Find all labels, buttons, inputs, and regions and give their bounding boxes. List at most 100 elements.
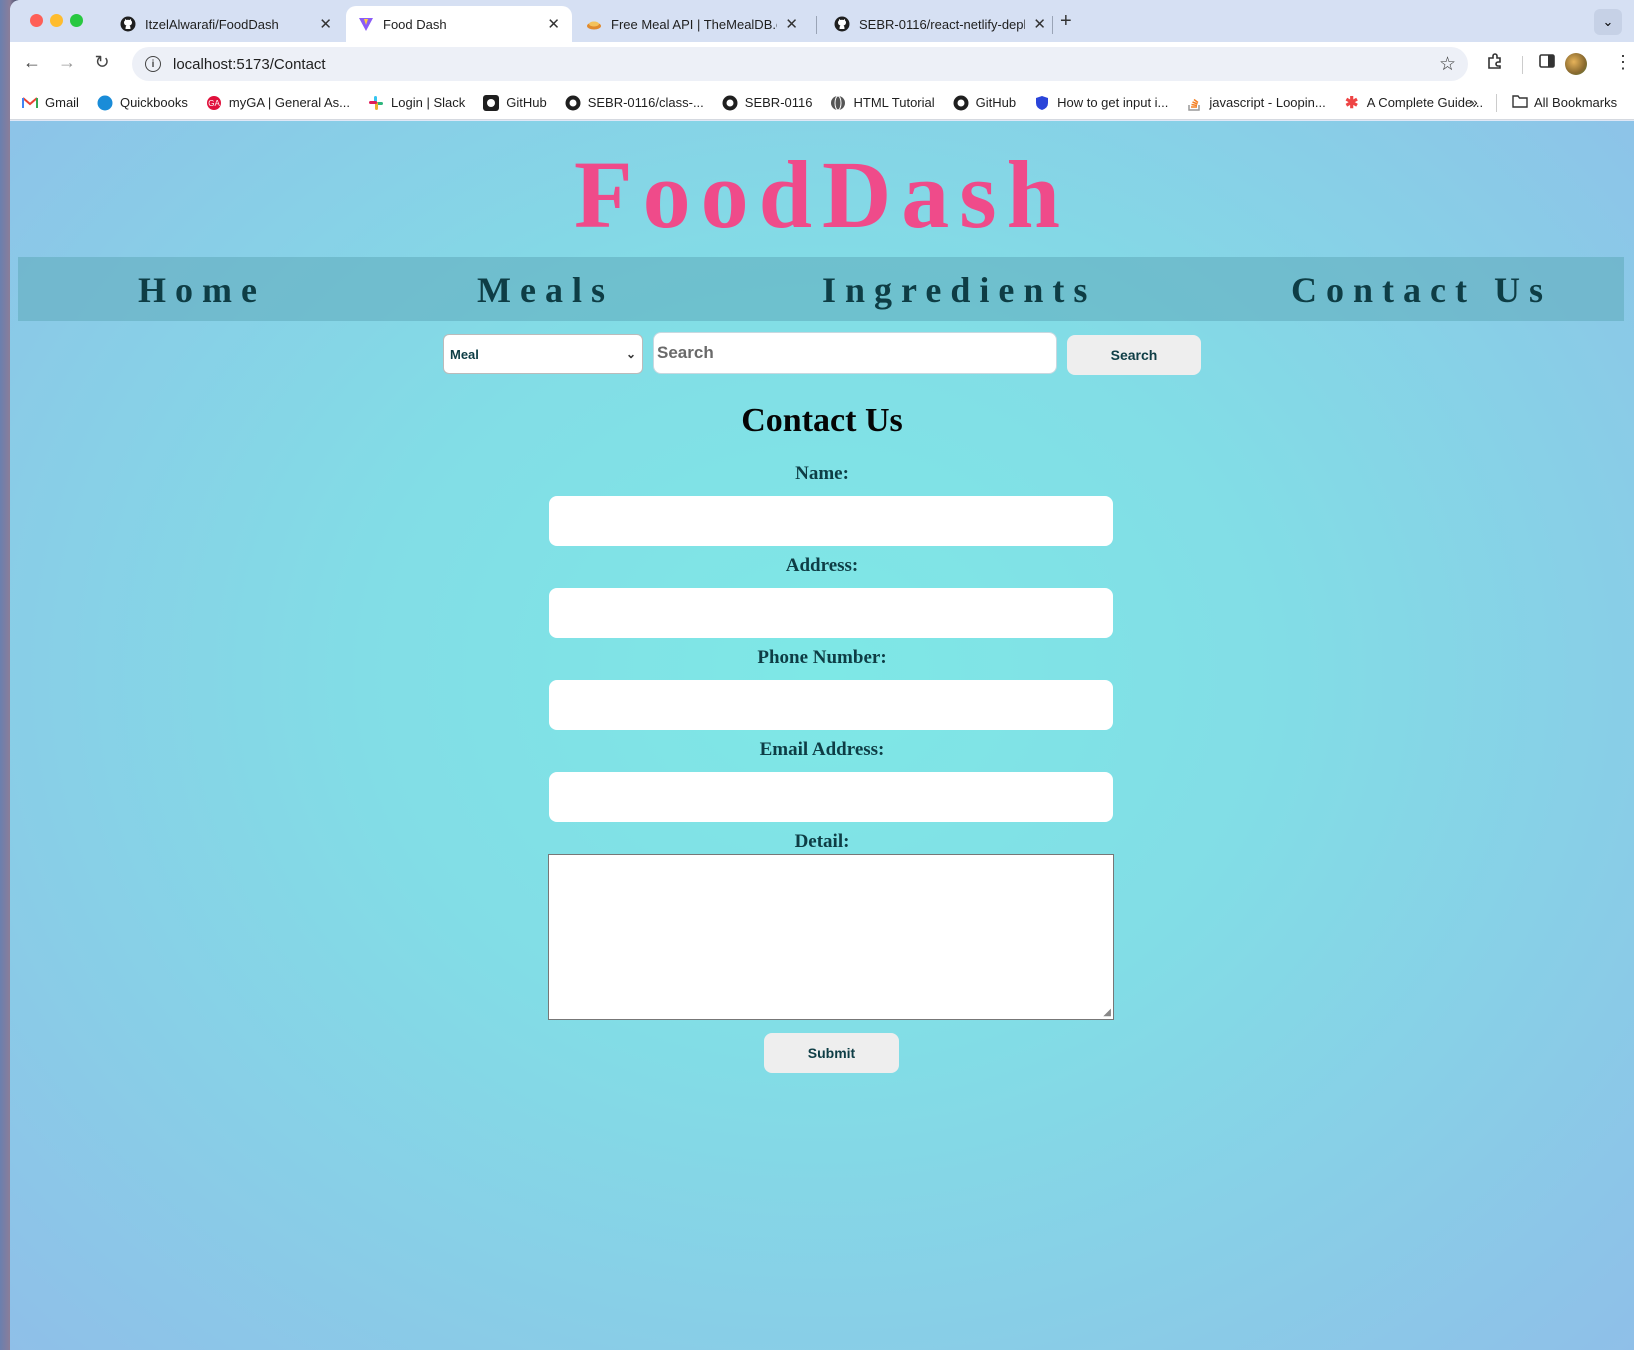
bookmark-slack[interactable]: Login | Slack <box>368 95 465 111</box>
phone-field[interactable] <box>549 680 1113 730</box>
bookmark-gmail[interactable]: Gmail <box>22 95 79 111</box>
bookmark-label: Gmail <box>45 95 79 110</box>
tab-label: Food Dash <box>383 16 447 32</box>
bookmark-label: GitHub <box>506 95 547 110</box>
more-bookmarks-icon[interactable]: » <box>1470 94 1478 110</box>
bookmark-javascript-looping[interactable]: javascript - Loopin... <box>1186 95 1326 111</box>
detail-label: Detail: <box>794 831 850 852</box>
tab-separator <box>1052 16 1053 34</box>
resize-handle-icon[interactable]: ◢ <box>1103 1007 1111 1018</box>
close-icon[interactable]: ✕ <box>785 15 798 33</box>
bookmark-github-2[interactable]: GitHub <box>953 95 1016 111</box>
bookmark-sebr-class[interactable]: SEBR-0116/class-... <box>565 95 704 111</box>
bookmark-divider <box>1496 94 1497 112</box>
name-label: Name: <box>795 463 849 484</box>
address-bar[interactable]: i localhost:5173/Contact ☆ <box>132 47 1468 81</box>
tab-strip: ItzelAlwarafi/FoodDash ✕ Food Dash ✕ Fre… <box>10 0 1634 42</box>
tab-react-netlify[interactable]: SEBR-0116/react-netlify-depl ✕ <box>822 6 1058 42</box>
close-icon[interactable]: ✕ <box>1033 15 1046 33</box>
back-arrow-icon[interactable]: ← <box>20 52 44 73</box>
detail-textarea[interactable]: ◢ <box>548 854 1114 1020</box>
github-icon <box>565 95 581 111</box>
profile-avatar[interactable] <box>1565 53 1587 75</box>
ga-icon: GA <box>206 95 222 111</box>
search-type-select[interactable]: Meal ⌄ <box>443 334 643 374</box>
close-icon[interactable]: ✕ <box>547 15 560 33</box>
bookmark-how-to-get-input[interactable]: How to get input i... <box>1034 95 1168 111</box>
bookmark-sebr-0116[interactable]: SEBR-0116 <box>722 95 813 111</box>
chevron-down-icon: ⌄ <box>625 347 636 361</box>
tab-mealdb[interactable]: Free Meal API | TheMealDB.co ✕ <box>574 6 810 42</box>
bookmarks-bar: Gmail Quickbooks GA myGA | General As...… <box>10 86 1634 120</box>
all-bookmarks-label: All Bookmarks <box>1534 95 1618 110</box>
github-icon <box>834 16 850 32</box>
search-placeholder: Search <box>657 343 714 362</box>
site-logo: FoodDash <box>573 141 1071 248</box>
bookmark-label: myGA | General As... <box>228 95 351 110</box>
forward-arrow-icon[interactable]: → <box>55 52 79 73</box>
bookmark-label: How to get input i... <box>1057 95 1169 110</box>
search-button[interactable]: Search <box>1067 335 1201 375</box>
vite-icon <box>358 16 374 32</box>
browser-toolbar: ← → ↻ i localhost:5173/Contact ☆ ⋮ <box>10 42 1634 86</box>
page-content: FoodDash Home Meals Ingredients Contact … <box>10 121 1634 1350</box>
bookmark-label: A Complete Guide... <box>1366 95 1484 110</box>
browser-window: ItzelAlwarafi/FoodDash ✕ Food Dash ✕ Fre… <box>10 0 1634 1350</box>
site-info-icon[interactable]: i <box>145 56 161 72</box>
tab-label: SEBR-0116/react-netlify-depl <box>859 16 1026 32</box>
maximize-window-button[interactable] <box>70 14 83 27</box>
bookmark-star-icon[interactable]: ☆ <box>1439 53 1456 76</box>
address-label: Address: <box>785 555 859 576</box>
shield-icon <box>1034 95 1050 111</box>
nav-meals[interactable]: Meals <box>477 269 614 311</box>
bookmark-html-tutorial[interactable]: HTML Tutorial <box>830 95 935 111</box>
bookmark-label: SEBR-0116/class-... <box>587 95 704 110</box>
bookmark-label: HTML Tutorial <box>853 95 935 110</box>
reload-icon[interactable]: ↻ <box>90 52 114 73</box>
bookmark-label: Login | Slack <box>391 95 466 110</box>
nav-ingredients[interactable]: Ingredients <box>822 269 1096 311</box>
github-icon <box>722 95 738 111</box>
bookmark-label: SEBR-0116 <box>744 95 813 110</box>
bookmark-complete-guide[interactable]: ✱ A Complete Guide... <box>1344 95 1484 112</box>
gmail-icon <box>22 95 38 111</box>
address-field[interactable] <box>549 588 1113 638</box>
url-text: localhost:5173/Contact <box>173 55 326 73</box>
close-window-button[interactable] <box>30 14 43 27</box>
side-panel-icon[interactable] <box>1538 52 1556 75</box>
name-field[interactable] <box>549 496 1113 546</box>
minimize-window-button[interactable] <box>50 14 63 27</box>
bookmark-label: Quickbooks <box>119 95 188 110</box>
menu-kebab-icon[interactable]: ⋮ <box>1614 52 1632 73</box>
github-icon <box>953 95 969 111</box>
github-icon <box>483 94 500 111</box>
search-input[interactable]: Search <box>653 332 1057 374</box>
bookmark-myga[interactable]: GA myGA | General As... <box>206 95 350 111</box>
toolbar-divider <box>1522 56 1523 74</box>
select-value: Meal <box>450 346 479 362</box>
bookmark-quickbooks[interactable]: Quickbooks <box>97 95 188 111</box>
email-field[interactable] <box>549 772 1113 822</box>
new-tab-icon[interactable]: + <box>1060 10 1072 33</box>
nav-contact-us[interactable]: Contact Us <box>1291 269 1552 311</box>
quickbooks-icon <box>97 95 113 111</box>
close-icon[interactable]: ✕ <box>319 15 332 33</box>
phone-label: Phone Number: <box>757 647 887 668</box>
nav-home[interactable]: Home <box>138 269 266 311</box>
tab-label: Free Meal API | TheMealDB.co <box>611 16 778 32</box>
github-icon <box>120 16 136 32</box>
tab-search-icon[interactable]: ⌄ <box>1594 9 1622 35</box>
bookmark-label: GitHub <box>975 95 1017 110</box>
contact-heading: Contact Us <box>741 402 903 439</box>
tab-fooddash-repo[interactable]: ItzelAlwarafi/FoodDash ✕ <box>108 6 344 42</box>
all-bookmarks-button[interactable]: All Bookmarks <box>1512 94 1617 111</box>
folder-icon <box>1512 94 1528 111</box>
extensions-icon[interactable] <box>1486 52 1504 75</box>
stackoverflow-icon <box>1186 95 1202 111</box>
tab-food-dash[interactable]: Food Dash ✕ <box>346 6 572 42</box>
bookmark-github[interactable]: GitHub <box>483 94 547 111</box>
submit-button[interactable]: Submit <box>764 1033 899 1073</box>
svg-text:GA: GA <box>208 99 220 108</box>
bookmark-label: javascript - Loopin... <box>1209 95 1326 110</box>
main-nav: Home Meals Ingredients Contact Us <box>18 257 1624 321</box>
